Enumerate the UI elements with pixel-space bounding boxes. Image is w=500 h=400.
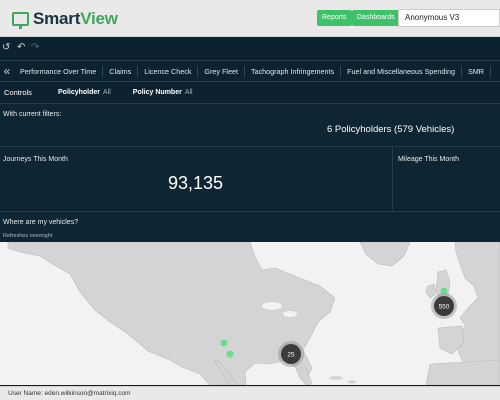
user-name-text: User Name: eden.wilkinson@matrixiq.com (8, 390, 131, 397)
map-land-cuba (329, 376, 343, 380)
dashboard-tabs: « Performance Over Time Claims Licence C… (0, 60, 500, 82)
vehicle-marker[interactable] (220, 339, 228, 347)
journeys-title: Journeys This Month (3, 156, 68, 163)
reports-button[interactable]: Reports (317, 10, 352, 26)
tab-fuel-and-misc-spending[interactable]: Fuel and Miscellaneous Spending (341, 65, 462, 77)
map-lake-2 (283, 311, 297, 317)
top-header: SmartView Reports Dashboards Anonymous V… (0, 0, 500, 37)
map-lake-1 (262, 302, 282, 310)
policy-number-filter-value[interactable]: All (185, 89, 193, 96)
app-logo[interactable]: SmartView (12, 9, 118, 29)
cluster-marker-550[interactable]: 550 (431, 293, 457, 319)
back-icon[interactable]: ↶ (17, 42, 25, 53)
journeys-value: 93,135 (168, 173, 224, 193)
tab-smr[interactable]: SMR (462, 65, 491, 77)
dashboards-button[interactable]: Dashboards (352, 10, 400, 26)
map-canvas[interactable]: 550 25 (0, 242, 500, 385)
status-bar: User Name: eden.wilkinson@matrixiq.com (0, 386, 500, 400)
mileage-panel: Mileage This Month (394, 146, 500, 210)
cluster-label: 25 (287, 352, 295, 359)
vehicle-marker[interactable] (226, 350, 234, 358)
tabs-scroll-left-icon[interactable]: « (0, 64, 14, 78)
undo-icon[interactable]: ↺ (2, 42, 10, 53)
policyholder-filter-label[interactable]: Policyholder (58, 89, 100, 96)
account-select[interactable]: Anonymous V3 (398, 9, 500, 27)
controls-title: Controls (4, 87, 32, 97)
cluster-label: 550 (439, 304, 450, 311)
mileage-title: Mileage This Month (398, 156, 459, 163)
policy-number-filter-label[interactable]: Policy Number (133, 89, 182, 96)
vehicle-map[interactable]: 550 25 (0, 242, 500, 385)
redo-icon[interactable]: ↷ (31, 42, 39, 53)
map-refresh-note: Refreshes overnight (3, 233, 53, 239)
map-title: Where are my vehicles? (3, 219, 79, 226)
map-land-hispaniola (348, 380, 356, 384)
map-land-africa (425, 359, 500, 385)
map-panel-header: Where are my vehicles? (0, 211, 500, 242)
monitor-icon (12, 12, 29, 29)
tab-licence-check[interactable]: Licence Check (138, 65, 199, 77)
toolbar: ↺ ↶ ↷ (0, 37, 500, 59)
policyholder-filter-value[interactable]: All (103, 89, 111, 96)
tab-performance-over-time[interactable]: Performance Over Time (14, 65, 104, 77)
current-filters-title: With current filters: (3, 111, 62, 118)
app-name: SmartView (33, 9, 118, 28)
tab-tachograph-infringements[interactable]: Tachograph Infringements (245, 65, 342, 77)
tab-grey-fleet[interactable]: Grey Fleet (198, 65, 245, 77)
controls-bar: Controls Policyholder All Policy Number … (0, 82, 500, 102)
cluster-marker-25[interactable]: 25 (278, 341, 304, 367)
tab-claims[interactable]: Claims (103, 65, 139, 77)
current-filters-value: 6 Policyholders (579 Vehicles) (327, 124, 455, 135)
